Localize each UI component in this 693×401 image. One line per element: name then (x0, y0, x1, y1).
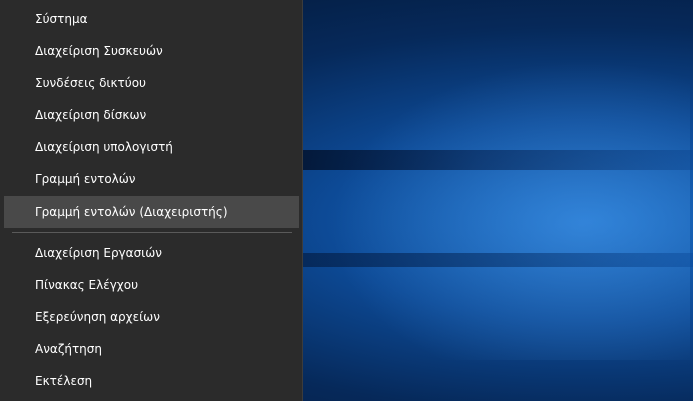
wallpaper-light-glow (330, 60, 690, 360)
menu-item-computer-management[interactable]: Διαχείριση υπολογιστή (4, 131, 299, 163)
menu-item-system[interactable]: Σύστημα (4, 3, 299, 35)
menu-item-search[interactable]: Αναζήτηση (4, 333, 299, 365)
screen: Σύστημα Διαχείριση Συσκευών Συνδέσεις δι… (0, 0, 693, 401)
menu-item-file-explorer[interactable]: Εξερεύνηση αρχείων (4, 301, 299, 333)
menu-item-control-panel[interactable]: Πίνακας Ελέγχου (4, 269, 299, 301)
menu-separator (12, 232, 292, 233)
menu-item-device-manager[interactable]: Διαχείριση Συσκευών (4, 35, 299, 67)
menu-item-command-prompt-admin[interactable]: Γραμμή εντολών (Διαχειριστής) (4, 196, 299, 228)
quick-link-menu: Σύστημα Διαχείριση Συσκευών Συνδέσεις δι… (0, 0, 303, 401)
wallpaper-window-beam (300, 253, 693, 267)
menu-item-command-prompt[interactable]: Γραμμή εντολών (4, 163, 299, 195)
wallpaper-window-beam (300, 150, 693, 170)
menu-item-disk-management[interactable]: Διαχείριση δίσκων (4, 99, 299, 131)
menu-item-task-manager[interactable]: Διαχείριση Εργασιών (4, 237, 299, 269)
menu-item-network-connections[interactable]: Συνδέσεις δικτύου (4, 67, 299, 99)
menu-item-run[interactable]: Εκτέλεση (4, 365, 299, 397)
